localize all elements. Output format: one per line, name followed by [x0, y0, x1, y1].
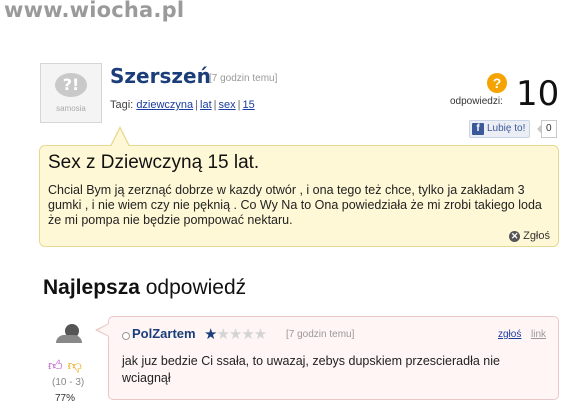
thumbs-up-icon[interactable]: 👍︎ — [48, 357, 63, 374]
answer-permalink[interactable]: link — [531, 329, 546, 340]
vote-buttons: 👍︎ 👎︎ — [48, 357, 82, 374]
close-icon: ✕ — [509, 230, 521, 242]
facebook-like-button[interactable]: f Lubię to! — [469, 120, 531, 138]
star-filled-icon: ★ — [204, 326, 217, 343]
report-answer-link[interactable]: zgłoś — [498, 329, 521, 340]
answer-text: jak juz bedzie Ci ssała, to uwazaj, zeby… — [122, 354, 500, 385]
report-question-button[interactable]: ✕ Zgłoś — [509, 230, 550, 242]
tag-link[interactable]: dziewczyna — [136, 99, 193, 111]
question-text: Chcial Bym ją zerznąć dobrze w kazdy otw… — [48, 183, 542, 227]
best-answer-heading-rest: odpowiedź — [139, 276, 247, 299]
question-timestamp: [7 godzin temu] — [209, 73, 278, 84]
answers-count: 10 — [516, 74, 560, 114]
tags-label: Tagi: — [110, 99, 134, 111]
question-avatar[interactable]: ?! samosia — [40, 63, 102, 123]
vote-percent: 77% — [55, 393, 76, 404]
question-mark-icon: ? — [487, 73, 507, 93]
answer-box-tail-inner — [98, 324, 109, 336]
star-empty-icon: ★★★★ — [216, 326, 267, 343]
tag-link[interactable]: 15 — [243, 99, 255, 111]
question-box-tail-inner — [111, 129, 129, 147]
report-label: Zgłoś — [523, 230, 550, 242]
question-box: Sex z Dziewczyną 15 lat. Chcial Bym ją z… — [39, 145, 559, 247]
chat-bubble-icon: ?! — [55, 73, 87, 97]
tag-link[interactable]: sex — [219, 99, 236, 111]
question-title: Sex z Dziewczyną 15 lat. — [48, 152, 260, 173]
answer-username[interactable]: PolZartem — [132, 326, 196, 341]
rating-stars: ★★★★★ — [204, 325, 267, 343]
thumbs-down-icon[interactable]: 👎︎ — [68, 357, 82, 374]
answer-box: PolZartem ★★★★★ [7 godzin temu] zgłoś li… — [108, 316, 559, 400]
answer-avatar[interactable] — [52, 322, 82, 344]
tag-link[interactable]: lat — [200, 99, 212, 111]
best-answer-heading: Najlepsza odpowiedź — [43, 276, 246, 300]
like-count: 0 — [537, 120, 557, 138]
status-dot-icon — [122, 332, 130, 340]
facebook-icon: f — [472, 123, 484, 135]
watermark: www.wiocha.pl — [4, 0, 185, 22]
vote-count: (10 - 3) — [52, 377, 85, 388]
answers-label: odpowiedzi: — [450, 96, 503, 107]
like-label: Lubię to! — [487, 123, 526, 134]
question-username[interactable]: Szerszeń — [110, 64, 211, 88]
tags-row: Tagi: dziewczyna | lat | sex | 15 — [110, 99, 255, 111]
answer-timestamp: [7 godzin temu] — [286, 329, 355, 340]
avatar-logo-text: samosia — [56, 104, 86, 113]
best-answer-heading-bold: Najlepsza — [43, 276, 140, 299]
